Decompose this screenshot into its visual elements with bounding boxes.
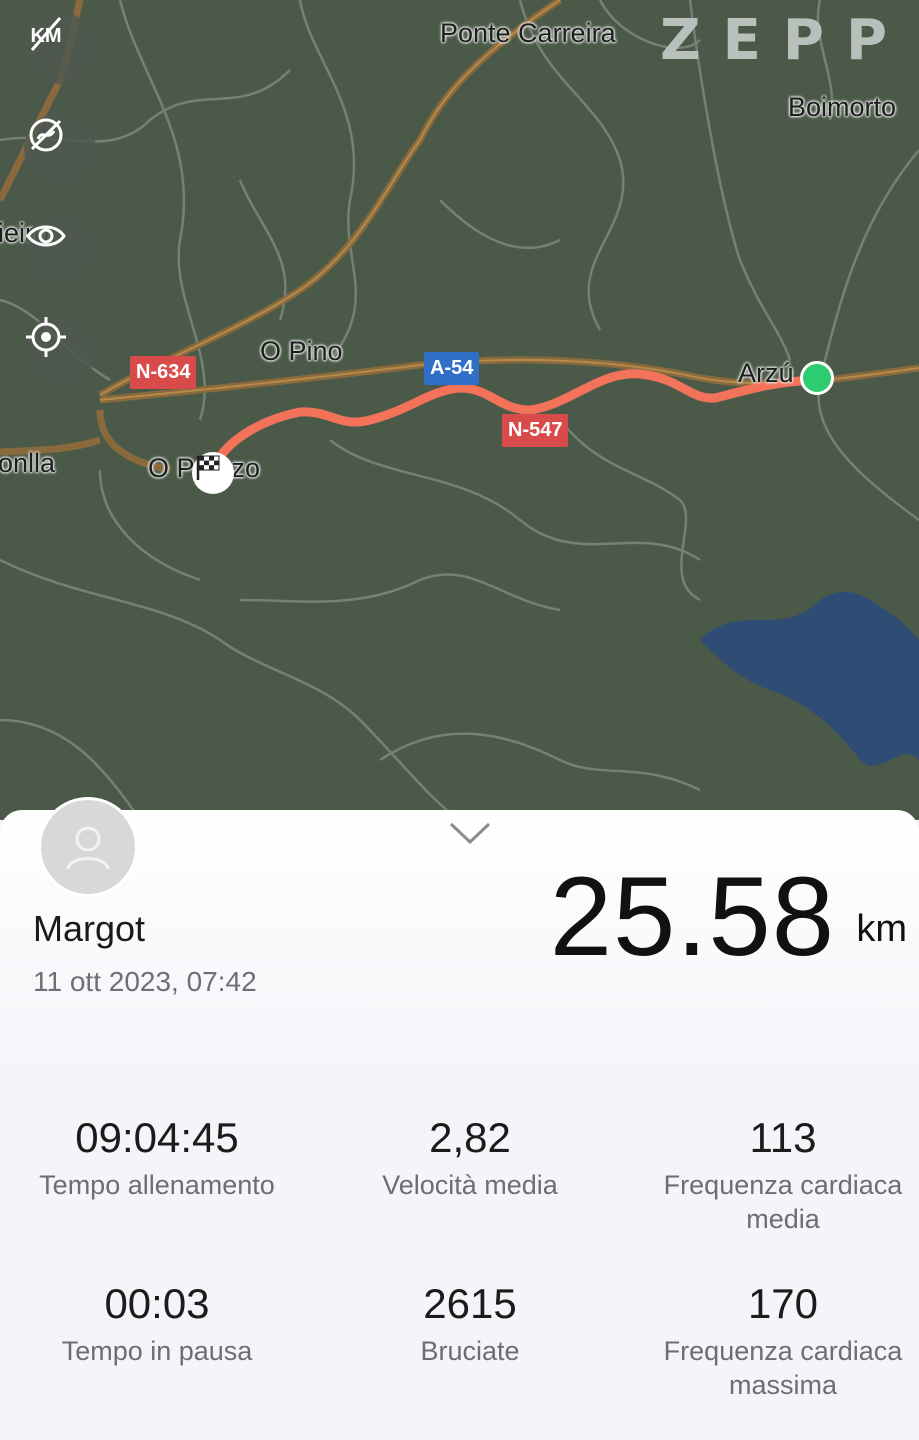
stat-value: 113: [749, 1114, 817, 1161]
place-o-pino: O Pino: [260, 336, 343, 366]
locate-icon: [26, 317, 66, 357]
start-marker: [800, 361, 834, 395]
map-lines: [0, 0, 919, 820]
road-n634-shield: N-634: [130, 356, 197, 389]
stat-pause-time: 00:03 Tempo in pausa: [4, 1278, 310, 1368]
stat-label: Frequenza cardiaca media: [663, 1170, 903, 1234]
stat-label: Velocità media: [382, 1170, 558, 1200]
stat-value: 170: [747, 1280, 819, 1327]
chevron-down-icon[interactable]: [448, 820, 492, 846]
stat-average-speed: 2,82 Velocità media: [317, 1112, 623, 1202]
finish-flag-icon: [192, 452, 234, 494]
place-arzua: Arzú: [738, 358, 794, 388]
stat-label: Tempo allenamento: [39, 1170, 275, 1200]
route-visibility-toggle[interactable]: [24, 113, 96, 185]
distance-value: 25.58: [549, 854, 835, 979]
route-map[interactable]: ZEPP Ponte Carreira Boimorto ieiro O Pin…: [0, 0, 919, 820]
km-markers-toggle[interactable]: KM: [24, 12, 96, 84]
route-hide-icon: [29, 118, 63, 152]
stat-workout-time: 09:04:45 Tempo allenamento: [4, 1112, 310, 1202]
stat-label: Tempo in pausa: [61, 1336, 253, 1366]
place-ponte-carreira: Ponte Carreira: [440, 18, 616, 48]
stat-max-heart-rate: 170 Frequenza cardiaca massima: [630, 1278, 919, 1402]
workout-datetime: 11 ott 2023, 07:42: [33, 966, 257, 997]
stat-value: 09:04:45: [75, 1114, 239, 1161]
road-n547-shield: N-547: [502, 414, 569, 447]
distance-unit: km: [856, 908, 907, 950]
avatar[interactable]: [38, 797, 138, 897]
stat-label: Frequenza cardiaca massima: [663, 1336, 903, 1400]
stat-value: 2615: [423, 1280, 517, 1327]
road-a54-shield: A-54: [424, 352, 480, 385]
place-boimorto: Boimorto: [788, 92, 897, 122]
view-toggle[interactable]: [24, 214, 96, 286]
user-icon: [66, 826, 110, 870]
stat-value: 00:03: [104, 1280, 210, 1327]
locate-button[interactable]: [24, 315, 96, 387]
stat-label: Bruciate: [420, 1336, 520, 1366]
zepp-logo: ZEPP: [660, 8, 909, 73]
km-off-icon: KM: [30, 17, 62, 51]
user-name: Margot: [33, 908, 146, 949]
stat-average-heart-rate: 113 Frequenza cardiaca media: [630, 1112, 919, 1236]
place-left-bottom: onlla: [0, 448, 56, 478]
stat-calories: 2615 Bruciate: [317, 1278, 623, 1368]
stat-value: 2,82: [429, 1114, 511, 1161]
eye-icon: [26, 225, 66, 247]
